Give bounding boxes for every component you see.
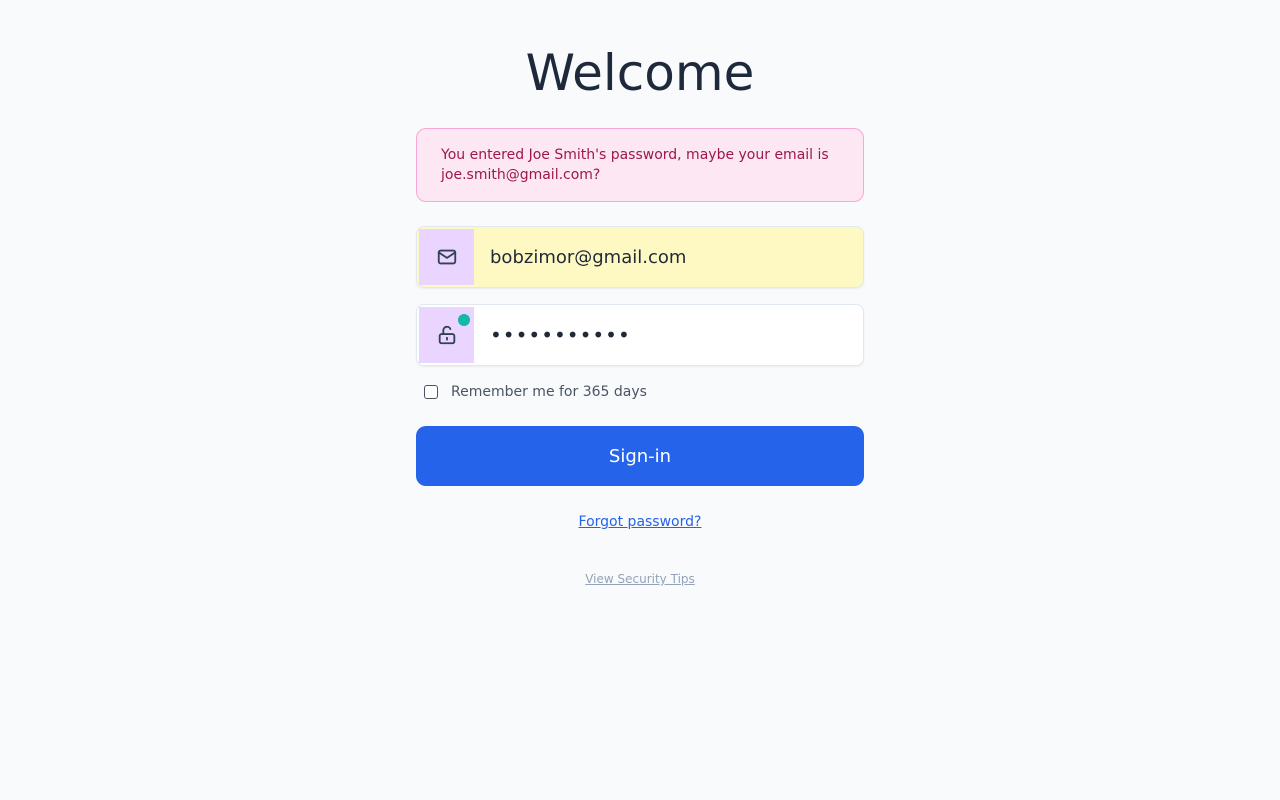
remember-checkbox[interactable] [424, 385, 438, 399]
status-dot [458, 314, 470, 326]
password-field[interactable] [416, 304, 864, 366]
remember-label: Remember me for 365 days [451, 384, 647, 400]
page-title: Welcome [525, 44, 755, 102]
forgot-password-link[interactable]: Forgot password? [579, 514, 702, 530]
email-icon-box [419, 229, 474, 285]
security-tips-link[interactable]: View Security Tips [585, 572, 695, 586]
forgot-password-row: Forgot password? [0, 512, 1280, 532]
email-field[interactable] [416, 226, 864, 288]
remember-me[interactable]: Remember me for 365 days [424, 382, 647, 402]
sign-in-button[interactable]: Sign-in [416, 426, 864, 486]
password-input[interactable] [474, 305, 863, 365]
security-tips-row: View Security Tips [0, 571, 1280, 587]
password-icon-box [419, 307, 474, 363]
login-page: Welcome You entered Joe Smith's password… [0, 0, 1280, 800]
email-input[interactable] [474, 227, 863, 287]
unlock-icon [438, 325, 455, 345]
email-suggestion-alert: You entered Joe Smith's password, maybe … [416, 128, 864, 202]
mail-icon [437, 249, 456, 265]
alert-message: You entered Joe Smith's password, maybe … [441, 147, 829, 183]
